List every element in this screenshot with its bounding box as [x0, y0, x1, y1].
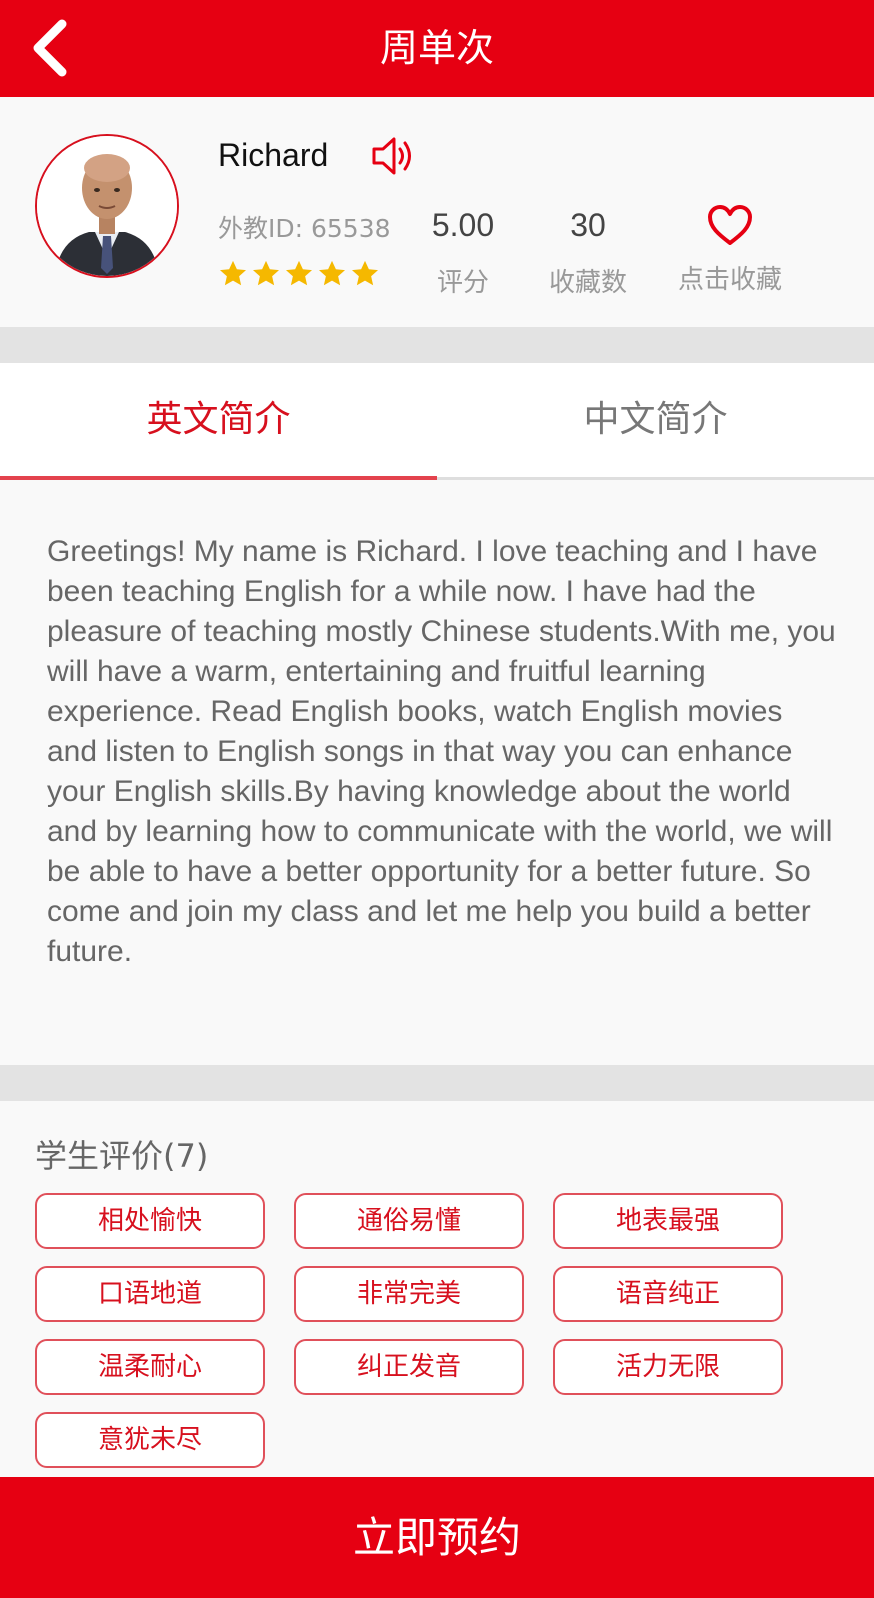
student-reviews: 学生评价(7) 相处愉快 通俗易懂 地表最强 口语地道 非常完美 语音纯正 温柔… — [0, 1101, 874, 1477]
favorite-button[interactable]: 点击收藏 — [664, 203, 796, 296]
score-label: 评分 — [436, 268, 489, 298]
review-tag: 意犹未尽 — [35, 1412, 265, 1468]
score-stat: 5.00 评分 — [418, 207, 508, 299]
intro-tabs: 英文简介 中文简介 — [0, 363, 874, 480]
book-now-button[interactable]: 立即预约 — [0, 1477, 874, 1598]
tab-english-intro[interactable]: 英文简介 — [0, 363, 437, 476]
play-audio-button[interactable] — [370, 133, 416, 179]
teacher-id: 外教ID: 65538 — [218, 214, 391, 243]
review-tag: 纠正发音 — [294, 1339, 524, 1395]
heart-icon — [708, 205, 752, 245]
review-tag: 非常完美 — [294, 1266, 524, 1322]
favorite-label: 点击收藏 — [677, 265, 782, 295]
teacher-name: Richard — [218, 137, 329, 173]
review-tag: 地表最强 — [553, 1193, 783, 1249]
favorites-label: 收藏数 — [548, 268, 627, 298]
avatar-image — [37, 136, 177, 276]
review-tag: 活力无限 — [553, 1339, 783, 1395]
star-icon — [253, 260, 279, 286]
star-icon — [286, 260, 312, 286]
reviews-title: 学生评价(7) — [35, 1137, 209, 1175]
teacher-avatar — [35, 134, 179, 278]
review-tag: 相处愉快 — [35, 1193, 265, 1249]
review-tag: 语音纯正 — [553, 1266, 783, 1322]
star-rating — [218, 259, 380, 289]
intro-text: Greetings! My name is Richard. I love te… — [47, 535, 836, 968]
teacher-profile: Richard 外教ID: 65538 5.00 评分 30 收藏数 点击收藏 — [0, 97, 874, 327]
star-icon — [220, 260, 246, 286]
tab-chinese-intro[interactable]: 中文简介 — [437, 363, 874, 476]
section-divider — [0, 1065, 874, 1101]
star-icon — [319, 260, 345, 286]
review-tag: 通俗易懂 — [294, 1193, 524, 1249]
favorites-stat: 30 收藏数 — [538, 207, 638, 299]
star-icon — [352, 260, 378, 286]
speaker-icon — [372, 137, 411, 175]
page-title: 周单次 — [379, 26, 494, 70]
section-divider — [0, 327, 874, 363]
intro-panel: Greetings! My name is Richard. I love te… — [0, 480, 874, 1065]
favorites-count: 30 — [570, 207, 606, 243]
review-tag: 口语地道 — [35, 1266, 265, 1322]
top-bar: 周单次 — [0, 0, 874, 97]
review-tag: 温柔耐心 — [35, 1339, 265, 1395]
score-value: 5.00 — [431, 207, 495, 243]
